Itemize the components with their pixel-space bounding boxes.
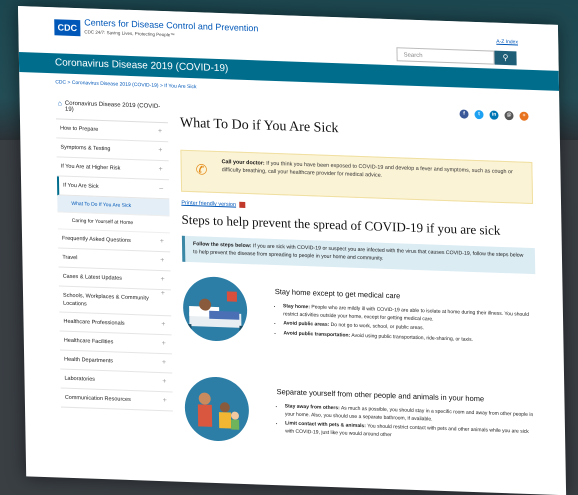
breadcrumb-separator: > (159, 82, 163, 90)
sidebar-item-label: How to Prepare (60, 125, 99, 133)
expand-icon[interactable]: + (163, 392, 167, 410)
home-icon: ⌂ (57, 100, 62, 108)
sidebar-item-label: Laboratories (64, 375, 96, 383)
breadcrumb-item[interactable]: Coronavirus Disease 2019 (COVID-19) (72, 80, 159, 89)
printer-friendly-label: Printer friendly version (181, 200, 237, 209)
sidebar-item-communication-resources[interactable]: Communication Resources + (60, 388, 173, 412)
callout-label: Call your doctor: (221, 159, 265, 167)
page-title: What To Do if You Are Sick (179, 115, 339, 137)
sidebar-item-label: Frequently Asked Questions (61, 235, 131, 244)
sidebar-item-label: Communication Resources (64, 394, 131, 404)
facebook-icon[interactable]: f (459, 109, 469, 119)
sidebar-item-label: Cases & Latest Updates (62, 273, 123, 282)
cdc-logo[interactable]: CDC (54, 19, 81, 37)
expand-icon[interactable]: + (160, 252, 164, 270)
browser-page: CDC Centers for Disease Control and Prev… (18, 6, 567, 495)
expand-icon[interactable]: + (161, 290, 165, 298)
az-index-link[interactable]: A-Z Index (496, 39, 518, 46)
search-icon: ⚲ (502, 52, 509, 63)
linkedin-icon[interactable]: in (489, 110, 499, 120)
breadcrumb-item: If You Are Sick (164, 83, 197, 91)
family-illustration (184, 375, 250, 443)
expand-icon[interactable]: + (160, 233, 164, 251)
stay-home-list: Stay home: People who are mildly ill wit… (275, 303, 534, 348)
sidebar-item-label: If You Are Sick (63, 182, 99, 190)
bullet-text: Do not go to work, school, or public are… (330, 321, 425, 332)
call-doctor-callout: ✆ Call your doctor: If you think you hav… (180, 149, 534, 205)
expand-icon[interactable]: + (162, 373, 166, 391)
tagline: CDC 24/7: Saving Lives, Protecting Peopl… (84, 29, 175, 38)
sidebar-item-label: Health Departments (64, 356, 114, 365)
follow-steps-box: Follow the steps below: If you are sick … (181, 235, 536, 275)
follow-steps-text: Follow the steps below: If you are sick … (193, 240, 529, 268)
email-icon[interactable]: @ (504, 111, 514, 121)
follow-steps-label: Follow the steps below: (192, 241, 252, 250)
expand-icon[interactable]: + (158, 123, 162, 141)
phone-icon: ✆ (195, 161, 208, 178)
sidebar-item-label: Healthcare Professionals (63, 318, 125, 327)
steps-heading: Steps to help prevent the spread of COVI… (181, 211, 501, 238)
syndicate-icon[interactable]: + (519, 111, 529, 121)
sidebar-item-label: Schools, Workplaces & Community Location… (62, 292, 149, 308)
expand-icon[interactable]: + (159, 161, 163, 179)
section-heading-separate: Separate yourself from other people and … (276, 387, 485, 404)
bullet-label: Stay home: (282, 303, 311, 311)
sidebar-item-label: Healthcare Facilities (63, 337, 114, 346)
breadcrumb-item[interactable]: CDC (55, 79, 66, 85)
search-input[interactable]: Search (396, 47, 495, 65)
pdf-icon (238, 201, 246, 208)
expand-icon[interactable]: + (162, 354, 166, 372)
bullet-label: Stay away from others: (284, 403, 340, 412)
sidebar-item-schools-workplaces[interactable]: Schools, Workplaces & Community Location… (58, 286, 172, 317)
twitter-icon[interactable]: t (474, 109, 484, 120)
main-content: What To Do if You Are Sick ✆ Call your d… (179, 94, 549, 443)
sidebar-home-label: Coronavirus Disease 2019 (COVID-19) (64, 100, 161, 113)
banner-title[interactable]: Coronavirus Disease 2019 (COVID-19) (55, 57, 229, 74)
sidebar-item-label: If You Are at Higher Risk (60, 163, 121, 172)
breadcrumb-separator: > (67, 79, 71, 86)
callout-body: If you think you have been exposed to CO… (221, 160, 513, 179)
sidebar-item-if-you-are-sick[interactable]: If You Are Sick – (56, 176, 170, 200)
breadcrumb: CDC > Coronavirus Disease 2019 (COVID-19… (55, 79, 196, 90)
separate-list: Stay away from others: As much as possib… (277, 403, 536, 446)
expand-icon[interactable]: + (158, 142, 162, 160)
sidebar-item-label: Symptoms & Testing (60, 144, 111, 153)
sidebar-nav: ⌂ Coronavirus Disease 2019 (COVID-19) Ho… (55, 97, 173, 412)
search-button[interactable]: ⚲ (494, 50, 517, 66)
bullet-text: People who are mildly ill with COVID-19 … (283, 304, 530, 323)
expand-icon[interactable]: + (162, 335, 166, 353)
sidebar-item-label: Travel (62, 254, 78, 262)
expand-icon[interactable]: + (160, 271, 165, 289)
expand-icon[interactable]: + (161, 316, 165, 334)
sick-in-bed-illustration (182, 275, 248, 343)
bullet-label: Avoid public transportation: (283, 329, 351, 339)
bullet-label: Avoid public areas: (283, 320, 330, 328)
callout-text: Call your doctor: If you think you have … (221, 158, 521, 184)
section-heading-stay-home: Stay home except to get medical care (274, 287, 401, 301)
collapse-icon[interactable]: – (159, 180, 163, 198)
printer-friendly-link[interactable]: Printer friendly version (181, 200, 246, 209)
social-share-bar: f t in @ + (459, 109, 529, 121)
